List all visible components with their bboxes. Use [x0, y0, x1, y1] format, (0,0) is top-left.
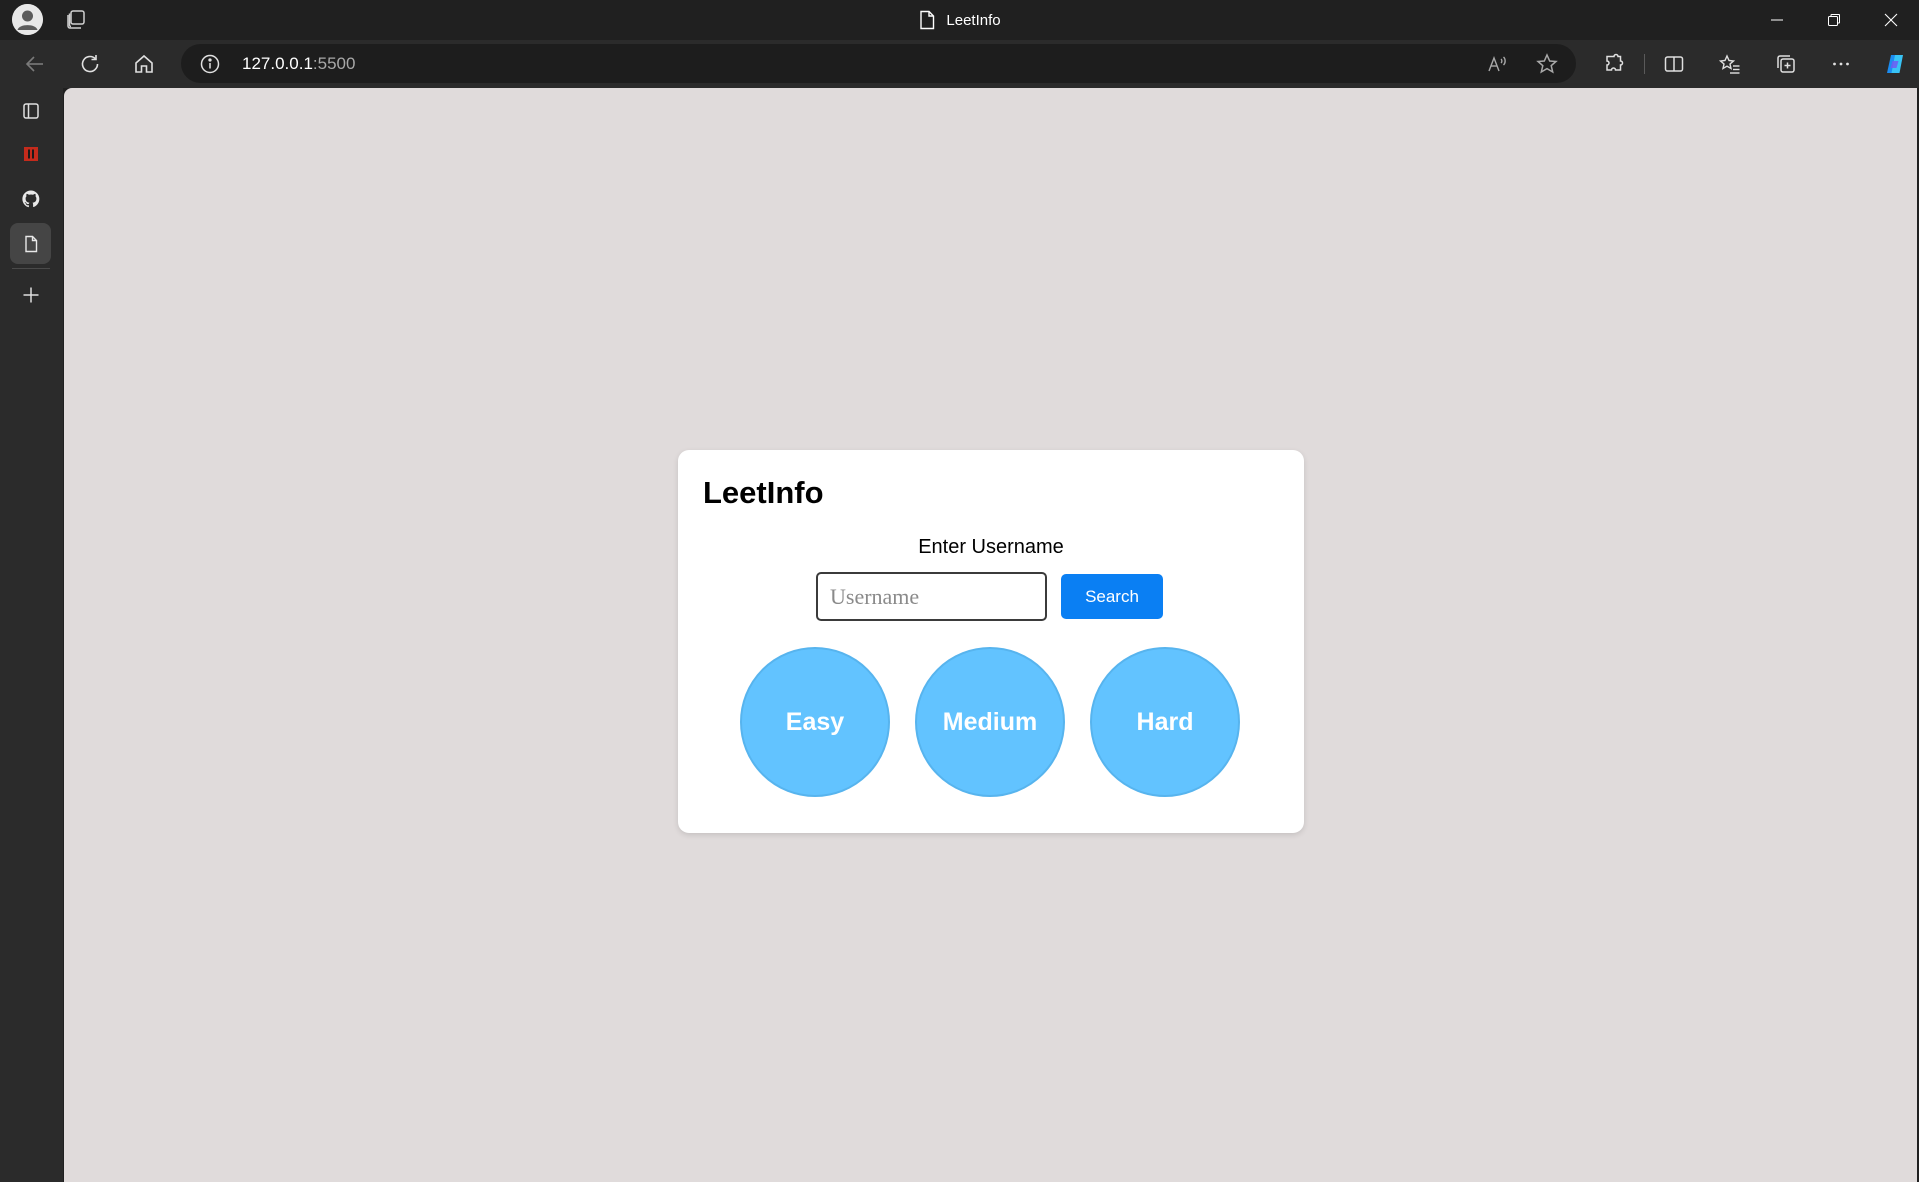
tab-actions-icon[interactable] [64, 8, 88, 32]
read-aloud-icon[interactable] [1485, 52, 1509, 76]
document-icon [920, 10, 935, 30]
url-host: 127.0.0.1 [242, 54, 313, 73]
username-input[interactable] [816, 572, 1047, 621]
favorites-icon[interactable] [1714, 48, 1746, 80]
github-icon[interactable] [10, 178, 51, 219]
url-text[interactable]: 127.0.0.1:5500 [242, 54, 355, 74]
address-bar[interactable]: 127.0.0.1:5500 [181, 44, 1576, 83]
restore-icon[interactable] [1805, 0, 1862, 40]
sidebar-panel-icon[interactable] [10, 90, 51, 131]
app-title: LeetInfo [703, 475, 824, 510]
add-icon[interactable] [10, 274, 51, 315]
hard-circle: Hard [1090, 647, 1240, 797]
collections-icon[interactable] [1770, 48, 1802, 80]
medium-circle: Medium [915, 647, 1065, 797]
url-port: :5500 [312, 54, 356, 73]
window-controls [1748, 0, 1919, 40]
sidebar-document-icon[interactable] [10, 223, 51, 264]
close-icon[interactable] [1862, 0, 1919, 40]
home-icon[interactable] [128, 48, 160, 80]
red-app-icon[interactable] [10, 133, 51, 174]
favorite-star-icon[interactable] [1535, 52, 1559, 76]
username-label: Enter Username [918, 536, 1064, 558]
browser-window: LeetInfo 127.0.0.1:5500 LeetInfo Enter U… [0, 0, 1919, 1182]
split-screen-icon[interactable] [1658, 48, 1690, 80]
leetinfo-card: LeetInfo Enter Username Search Easy Medi… [678, 450, 1304, 833]
tab-title: LeetInfo [0, 0, 1919, 40]
toolbar-separator [1644, 54, 1645, 74]
minimize-icon[interactable] [1748, 0, 1805, 40]
search-button[interactable]: Search [1061, 574, 1163, 619]
sidebar-divider [12, 268, 50, 269]
more-icon[interactable] [1825, 48, 1857, 80]
browser-sidebar [0, 88, 63, 1182]
profile-icon[interactable] [12, 4, 43, 35]
easy-circle: Easy [740, 647, 890, 797]
title-bar: LeetInfo [0, 0, 1919, 40]
browser-toolbar: 127.0.0.1:5500 [0, 40, 1919, 88]
refresh-icon[interactable] [74, 48, 106, 80]
tab-title-text: LeetInfo [946, 11, 1001, 29]
extensions-icon[interactable] [1598, 48, 1630, 80]
info-icon[interactable] [199, 53, 221, 75]
copilot-icon[interactable] [1879, 48, 1911, 80]
back-icon[interactable] [19, 48, 51, 80]
page-viewport: LeetInfo Enter Username Search Easy Medi… [64, 88, 1917, 1182]
